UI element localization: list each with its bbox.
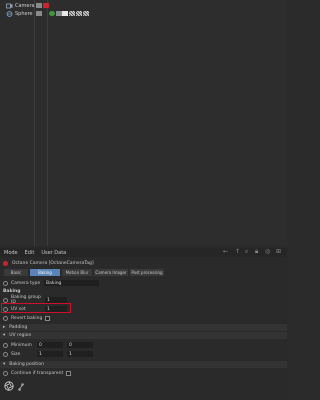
new-window-icon[interactable]: ⊞ xyxy=(276,248,281,255)
tab-post-processing[interactable]: Post processing xyxy=(130,269,164,276)
minimum-label: Minimum xyxy=(11,342,32,348)
tab-bar: Basic Baking Motion Blur Camera Imager P… xyxy=(0,269,287,277)
column-divider xyxy=(47,0,48,246)
up-arrow-icon[interactable]: ↑ xyxy=(235,248,240,255)
continue-if-transparent-row: Continue if transparent xyxy=(0,369,287,377)
sphere-icon xyxy=(6,11,13,17)
keyframe-dot-icon[interactable] xyxy=(3,315,8,321)
minimum-row: Minimum 0 0 xyxy=(0,341,287,349)
padding-section[interactable]: ▸ Padding xyxy=(0,324,287,331)
search-icon[interactable]: ⌕ xyxy=(245,248,248,256)
padding-section-label: Padding xyxy=(9,325,28,330)
visibility-dots-icon[interactable] xyxy=(36,3,42,8)
continue-if-transparent-label: Continue if transparent xyxy=(11,370,64,376)
revert-baking-checkbox[interactable] xyxy=(45,315,50,321)
object-manager: Camera Sphere xyxy=(0,0,287,246)
visibility-dots-icon[interactable] xyxy=(36,11,42,16)
size-v-value: 1 xyxy=(69,351,72,357)
material-tag-icon[interactable] xyxy=(62,11,68,16)
menu-user-data[interactable]: User Data xyxy=(41,250,66,256)
keyframe-dot-icon[interactable] xyxy=(3,342,8,348)
size-v-field[interactable]: 1 xyxy=(67,351,93,357)
menu-mode[interactable]: Mode xyxy=(4,250,18,256)
check-icon[interactable] xyxy=(49,11,55,16)
tab-camera-imager[interactable]: Camera Imager xyxy=(94,269,128,276)
camera-icon xyxy=(6,3,13,9)
baking-position-section-label: Baking position xyxy=(9,362,44,367)
highlight-box xyxy=(1,303,71,313)
keyframe-dot-icon[interactable] xyxy=(3,280,8,286)
checker-material-icon[interactable] xyxy=(83,11,89,16)
collapse-arrow-icon: ▾ xyxy=(3,362,6,367)
target-icon[interactable]: ◎ xyxy=(265,248,270,255)
keyframe-dot-icon[interactable] xyxy=(3,370,8,376)
minimum-v-field[interactable]: 0 xyxy=(67,342,93,348)
camera-type-label: Camera type xyxy=(11,280,41,286)
camera-type-value: Baking xyxy=(46,280,62,286)
attribute-menubar: Mode Edit User Data xyxy=(0,248,287,257)
tab-baking[interactable]: Baking xyxy=(30,269,60,276)
size-row: Size 1 1 xyxy=(0,350,287,358)
continue-if-transparent-checkbox[interactable] xyxy=(66,370,72,376)
menu-edit[interactable]: Edit xyxy=(25,250,35,256)
tab-basic[interactable]: Basic xyxy=(4,269,28,276)
object-title: Octane Camera [OctaneCameraTag] xyxy=(12,261,94,266)
aperture-icon xyxy=(4,381,14,391)
back-arrow-icon[interactable]: ← xyxy=(223,248,228,255)
lock-icon[interactable]: 🔒︎ xyxy=(255,248,258,256)
object-name: Sphere xyxy=(15,11,33,17)
baking-group-id-value: 1 xyxy=(47,297,50,303)
tab-motion-blur[interactable]: Motion Blur xyxy=(62,269,92,276)
minimum-u-value: 0 xyxy=(39,342,42,348)
expand-arrow-icon: ▸ xyxy=(3,325,6,330)
object-name: Camera xyxy=(15,3,35,9)
object-title-row: Octane Camera [OctaneCameraTag] xyxy=(0,259,287,268)
size-label: Size xyxy=(11,351,21,357)
keyframe-dot-icon[interactable] xyxy=(3,297,8,303)
camera-type-row: Camera type Baking xyxy=(0,279,287,287)
uv-region-section-label: UV region xyxy=(9,333,32,338)
camera-type-dropdown[interactable]: Baking xyxy=(44,280,99,286)
size-u-value: 1 xyxy=(39,351,42,357)
octane-tag-icon xyxy=(3,261,8,266)
revert-baking-row: Revert baking xyxy=(0,314,287,322)
checker-material-icon[interactable] xyxy=(69,11,75,16)
size-u-field[interactable]: 1 xyxy=(37,351,63,357)
column-divider xyxy=(34,0,35,246)
object-row-sphere[interactable]: Sphere xyxy=(0,10,287,18)
checker-material-icon[interactable] xyxy=(76,11,82,16)
minimum-v-value: 0 xyxy=(69,342,72,348)
octane-camera-tag-icon[interactable] xyxy=(43,3,49,8)
baking-position-section[interactable]: ▾ Baking position xyxy=(0,361,287,368)
keyframe-dot-icon[interactable] xyxy=(3,351,8,357)
collapse-arrow-icon: ▾ xyxy=(3,333,6,338)
minimum-u-field[interactable]: 0 xyxy=(37,342,63,348)
baking-header: Baking xyxy=(3,289,21,294)
link-icon xyxy=(18,383,24,391)
revert-baking-label: Revert baking xyxy=(11,315,43,321)
uv-region-section[interactable]: ▾ UV region xyxy=(0,332,287,339)
